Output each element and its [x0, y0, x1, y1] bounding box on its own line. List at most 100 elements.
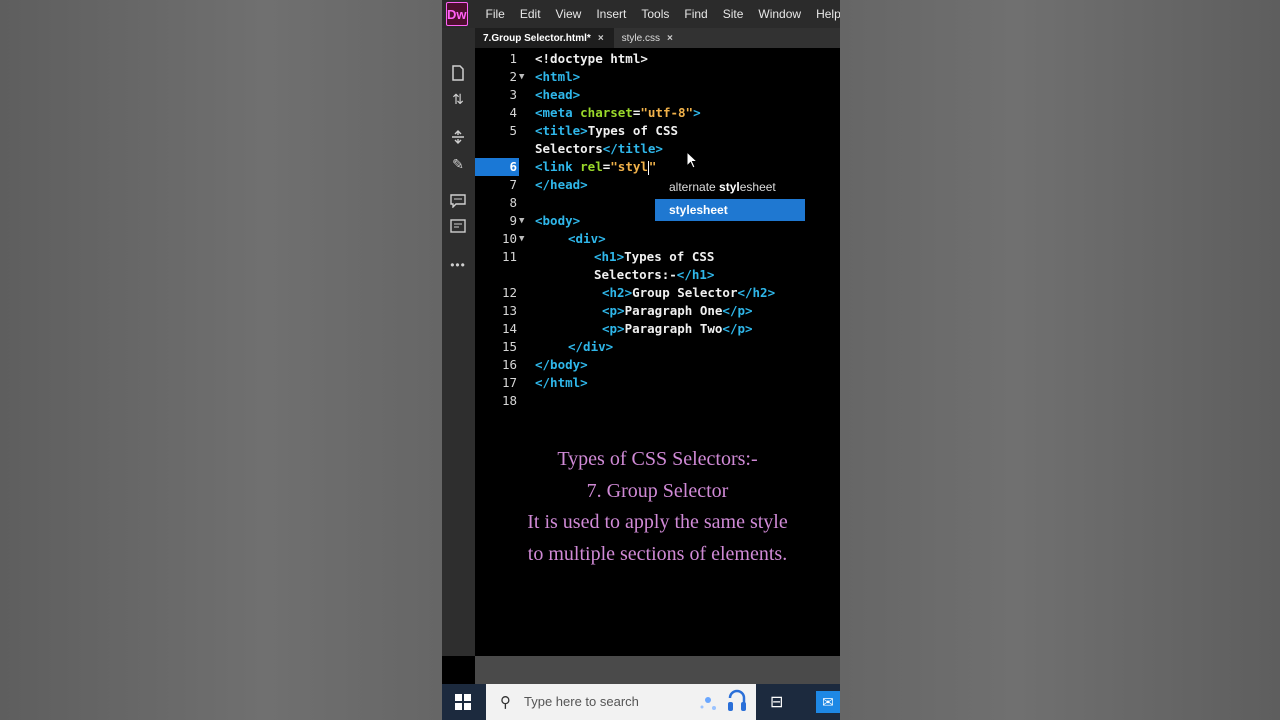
code-token: </title>: [602, 141, 663, 156]
split-icon[interactable]: [449, 128, 467, 146]
search-placeholder: Type here to search: [524, 694, 639, 709]
background-left: [0, 0, 442, 720]
code-token: Paragraph Two: [624, 321, 723, 336]
mouse-pointer-icon: [686, 151, 698, 169]
line-number: 10: [501, 231, 517, 246]
code-line: 3 <head>: [475, 86, 840, 104]
code-text: <head>: [535, 87, 581, 102]
menu-file[interactable]: File: [486, 7, 505, 21]
tab-label: 7.Group Selector.html*: [483, 32, 591, 44]
hint-match: styl: [669, 203, 690, 217]
menu-insert[interactable]: Insert: [596, 7, 626, 21]
code-token: Group Selector: [632, 285, 738, 300]
close-icon[interactable]: ×: [598, 33, 604, 44]
fold-arrow-icon[interactable]: ▼: [519, 68, 524, 86]
tab-label: style.css: [621, 32, 660, 44]
code-line: 17 </html>: [475, 374, 840, 392]
code-line: 4 <meta charset="utf-8">: [475, 104, 840, 122]
code-token: </h1>: [676, 267, 715, 282]
fold-arrow-icon[interactable]: ▼: [519, 230, 524, 248]
line-number: 13: [501, 303, 517, 318]
code-text: <h1>Types of CSS: [594, 248, 714, 266]
code-token: </p>: [722, 321, 753, 336]
line-number: 2: [509, 69, 517, 84]
hint-item-selected[interactable]: stylesheet: [655, 199, 805, 221]
close-icon[interactable]: ×: [667, 33, 673, 44]
code-text: Selectors</title>: [535, 140, 663, 158]
hint-rest: esheet: [689, 203, 728, 217]
recorded-screen: Dw File Edit View Insert Tools Find Site…: [442, 0, 840, 720]
menu-view[interactable]: View: [556, 7, 582, 21]
code-line: 10 ▼ <div>: [475, 230, 840, 248]
code-hint-popup: alternate stylesheet stylesheet: [655, 176, 805, 221]
code-token: </h2>: [737, 285, 776, 300]
code-line: Selectors</title>: [475, 140, 840, 158]
fold-arrow-icon[interactable]: ▼: [519, 212, 524, 230]
tab-style-css[interactable]: style.css ×: [614, 28, 683, 48]
line-number: 11: [501, 249, 517, 264]
windows-start-icon[interactable]: [455, 694, 471, 710]
code-text: </head>: [535, 177, 588, 192]
line-number: 18: [501, 393, 517, 408]
code-text: <p>Paragraph One</p>: [602, 302, 753, 320]
code-line: 18: [475, 392, 840, 410]
line-number: 8: [509, 195, 517, 210]
caption-line: Types of CSS Selectors:-: [557, 448, 758, 470]
horizontal-scrollbar[interactable]: [475, 656, 840, 684]
code-token: Paragraph One: [624, 303, 723, 318]
code-token: "styl: [610, 159, 648, 174]
menu-site[interactable]: Site: [723, 7, 744, 21]
more-icon[interactable]: •••: [449, 256, 467, 274]
file-icon[interactable]: [449, 64, 467, 82]
video-caption: Types of CSS Selectors:- 7. Group Select…: [475, 444, 840, 570]
caption-line: to multiple sections of elements.: [527, 542, 788, 565]
code-text: <!doctype html>: [535, 51, 648, 66]
code-token: <meta: [535, 105, 581, 120]
task-view-icon[interactable]: ⊟: [770, 692, 783, 712]
line-number: 7: [509, 177, 517, 192]
code-line: 12 <h2>Group Selector</h2>: [475, 284, 840, 302]
sort-icon[interactable]: ⇅: [449, 90, 467, 108]
hint-prefix: alternate: [669, 180, 720, 194]
code-line: 15 </div>: [475, 338, 840, 356]
menu-edit[interactable]: Edit: [520, 7, 541, 21]
line-number: 17: [501, 375, 517, 390]
code-token: <link: [535, 159, 581, 174]
brush-icon[interactable]: ✎: [449, 155, 467, 173]
line-number: 16: [501, 357, 517, 372]
code-text: <meta charset="utf-8">: [535, 104, 701, 122]
menu-help[interactable]: Help: [816, 7, 840, 21]
code-token: <h1>: [594, 249, 625, 264]
cortana-icon[interactable]: [694, 688, 749, 716]
code-text: <html>: [535, 69, 581, 84]
document-tab-bar: 7.Group Selector.html* × style.css ×: [475, 28, 840, 48]
code-token: <p>: [602, 303, 625, 318]
code-text: </div>: [568, 339, 614, 354]
code-text: <div>: [568, 231, 606, 246]
background-right: [840, 0, 1280, 720]
comment-icon[interactable]: [449, 192, 467, 210]
tab-group-selector-html[interactable]: 7.Group Selector.html* ×: [475, 28, 614, 48]
code-line: 1 <!doctype html>: [475, 50, 840, 68]
css-designer-icon[interactable]: [449, 218, 467, 236]
code-token: "utf-8": [640, 105, 694, 120]
line-number: 3: [509, 87, 517, 102]
line-number: 9: [509, 213, 517, 228]
hint-item[interactable]: alternate stylesheet: [655, 176, 805, 198]
code-line: 16 </body>: [475, 356, 840, 374]
code-token: ": [648, 159, 657, 174]
line-number: 1: [509, 51, 517, 66]
menu-tools[interactable]: Tools: [641, 7, 669, 21]
code-line: 13 <p>Paragraph One</p>: [475, 302, 840, 320]
code-text: <p>Paragraph Two</p>: [602, 320, 753, 338]
code-line: 5 <title>Types of CSS: [475, 122, 840, 140]
line-number: 12: [501, 285, 517, 300]
line-number: 4: [509, 105, 517, 120]
menu-window[interactable]: Window: [758, 7, 801, 21]
taskbar-search-box[interactable]: ⚲ Type here to search: [486, 684, 756, 720]
mail-icon[interactable]: ✉: [816, 691, 840, 713]
code-token: </p>: [722, 303, 753, 318]
menu-find[interactable]: Find: [684, 7, 707, 21]
caption-line: It is used to apply the same style: [527, 511, 788, 533]
code-line: 11 <h1>Types of CSS: [475, 248, 840, 266]
